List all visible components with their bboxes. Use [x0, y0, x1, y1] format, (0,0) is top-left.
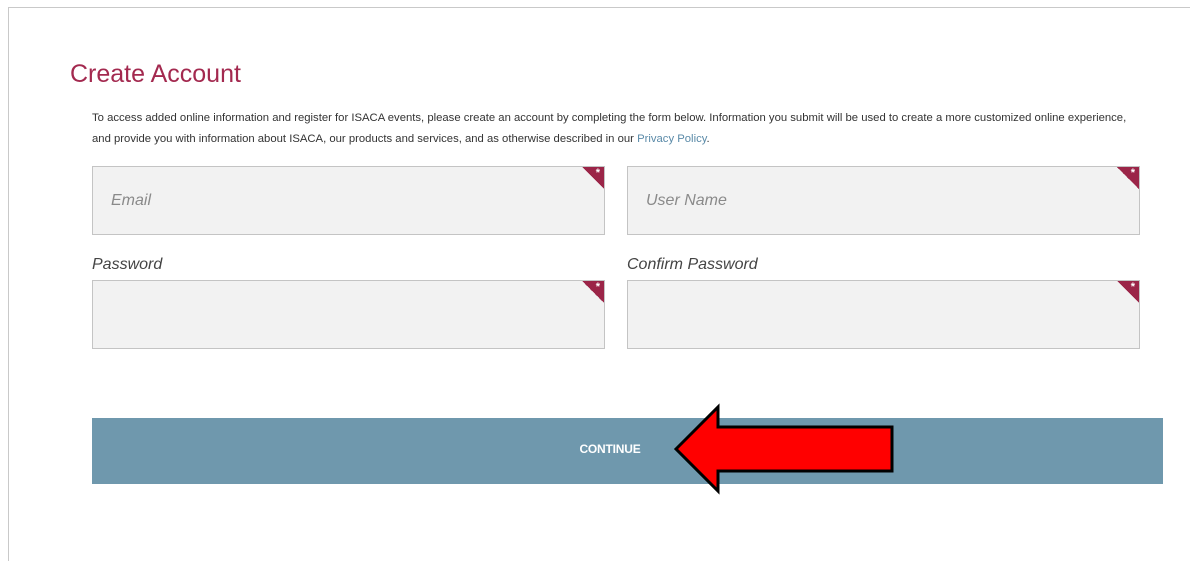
red-arrow-icon [673, 403, 894, 495]
continue-button[interactable]: CONTINUE [92, 418, 1163, 484]
intro-body: To access added online information and r… [92, 112, 1127, 145]
intro-text: To access added online information and r… [92, 108, 1140, 150]
password-field-container: * [92, 280, 605, 349]
password-label: Password [92, 256, 163, 273]
privacy-policy-link[interactable]: Privacy Policy [637, 133, 706, 145]
confirm-password-field-container: * [627, 280, 1140, 349]
required-indicator-icon: * [1117, 281, 1139, 303]
confirm-password-label: Confirm Password [627, 256, 758, 273]
required-indicator-icon: * [582, 167, 604, 189]
page-title: Create Account [70, 60, 241, 88]
window-border-left [8, 7, 9, 561]
password-field[interactable] [93, 281, 604, 348]
username-field-container: * [627, 166, 1140, 235]
required-indicator-icon: * [1117, 167, 1139, 189]
required-indicator-icon: * [582, 281, 604, 303]
continue-button-label: CONTINUE [579, 442, 641, 456]
username-field[interactable] [628, 167, 1139, 234]
intro-end: . [706, 133, 710, 145]
email-field-container: * [92, 166, 605, 235]
email-field[interactable] [93, 167, 604, 234]
window-border-top [8, 7, 1190, 8]
confirm-password-field[interactable] [628, 281, 1139, 348]
